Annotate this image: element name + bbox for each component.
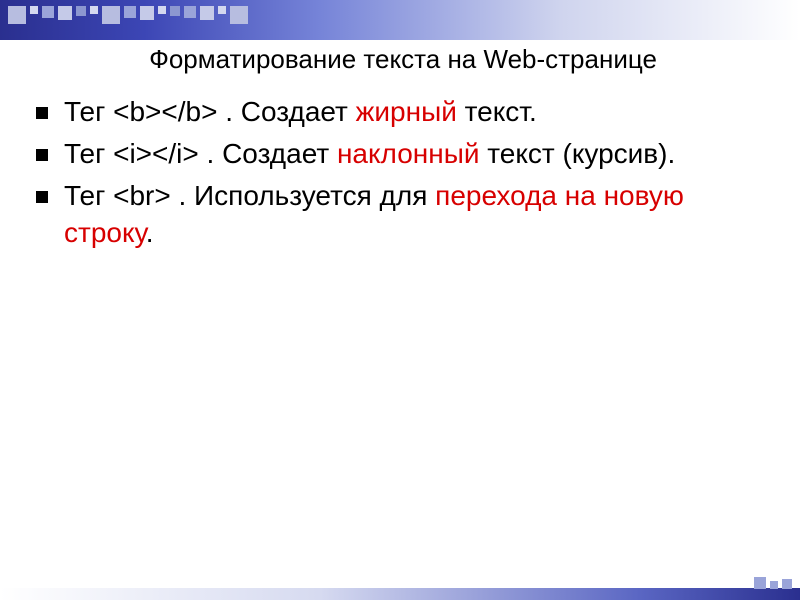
slide-title: Форматирование текста на Web-странице	[36, 44, 770, 75]
bullet-suffix: текст (курсив).	[479, 138, 675, 169]
bullet-tag: <br>	[113, 180, 171, 211]
bullet-list: Тег <b></b> . Создает жирный текст. Тег …	[36, 93, 770, 252]
list-item: Тег <br> . Используется для перехода на …	[36, 177, 770, 253]
decor-bottom-gradient	[0, 588, 800, 600]
bullet-prefix: Тег	[64, 96, 113, 127]
bullet-suffix: текст.	[457, 96, 537, 127]
list-item: Тег <i></i> . Создает наклонный текст (к…	[36, 135, 770, 173]
bullet-middle: . Создает	[199, 138, 337, 169]
decor-squares-top	[6, 4, 250, 26]
bullet-middle: . Создает	[217, 96, 355, 127]
bullet-prefix: Тег	[64, 138, 113, 169]
bullet-tag: <i></i>	[113, 138, 199, 169]
bullet-middle: . Используется для	[171, 180, 435, 211]
bullet-suffix: .	[146, 217, 154, 248]
bullet-highlight: наклонный	[337, 138, 480, 169]
bullet-prefix: Тег	[64, 180, 113, 211]
slide-content: Форматирование текста на Web-странице Те…	[36, 44, 770, 256]
bullet-tag: <b></b>	[113, 96, 217, 127]
decor-top-gradient	[0, 0, 800, 40]
list-item: Тег <b></b> . Создает жирный текст.	[36, 93, 770, 131]
decor-squares-bottom	[752, 575, 794, 596]
bullet-highlight: жирный	[356, 96, 457, 127]
